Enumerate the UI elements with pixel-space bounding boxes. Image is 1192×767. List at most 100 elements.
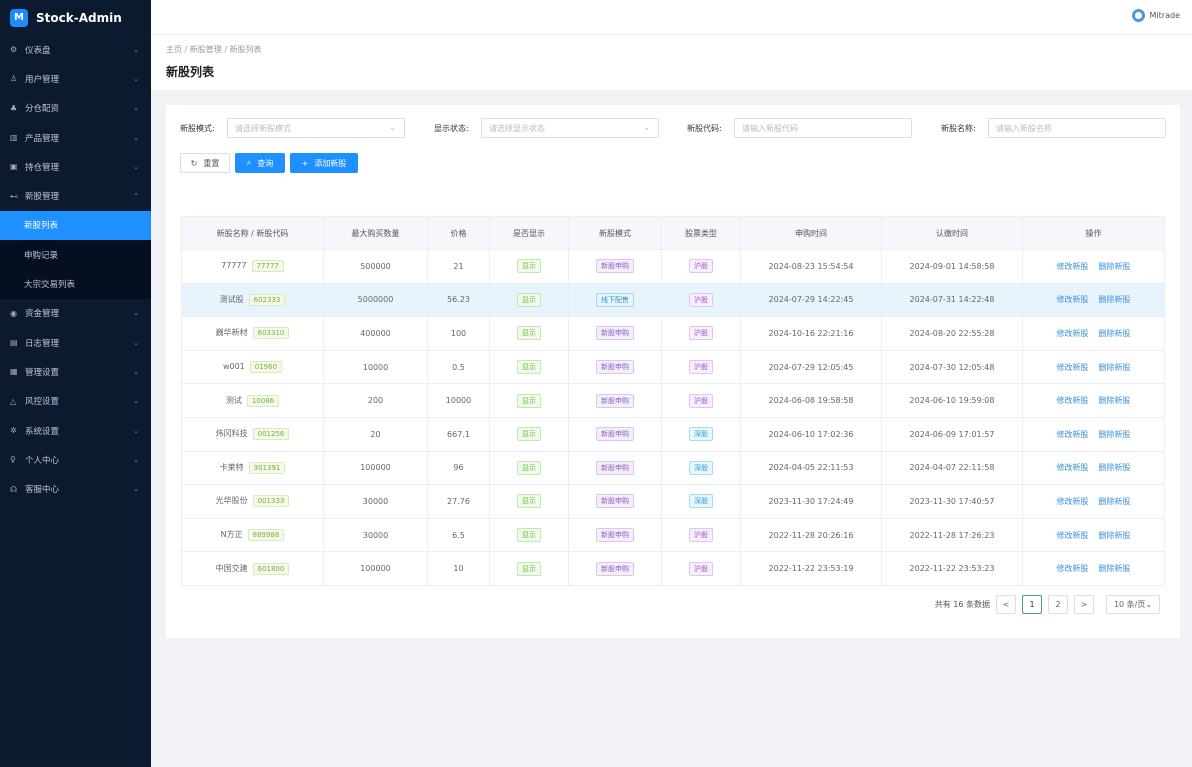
table-row: N方正 889988 30000 6.5 显示 新股申购 沪股 2022-11-2… — [181, 517, 1165, 553]
chevron-down-icon: ⌄ — [133, 485, 139, 494]
delete-button[interactable]: 删除新股 — [1099, 262, 1131, 271]
type-tag: 深股 — [689, 460, 713, 475]
sidebar-item-11[interactable]: ♀ 个人中心 ⌄ — [0, 445, 151, 474]
delete-button[interactable]: 删除新股 — [1099, 497, 1131, 506]
actions-cell: 修改新股 删除新股 — [1022, 517, 1165, 553]
code-input[interactable]: 请输入新股代码 — [734, 118, 912, 138]
actions-cell: 修改新股 删除新股 — [1022, 551, 1165, 586]
edit-button[interactable]: 修改新股 — [1057, 329, 1089, 338]
display-cell: 显示 — [489, 450, 569, 486]
type-tag: 深股 — [689, 494, 713, 509]
edit-button[interactable]: 修改新股 — [1057, 430, 1089, 439]
sidebar-item-8[interactable]: ▦ 管理设置 ⌄ — [0, 357, 151, 386]
sidebar-item-1[interactable]: ♙ 用户管理 ⌄ — [0, 64, 151, 93]
sidebar-item-7[interactable]: ▤ 日志管理 ⌄ — [0, 328, 151, 357]
stock-code-tag: 01960 — [249, 361, 283, 374]
type-tag: 沪股 — [689, 259, 713, 274]
delete-button[interactable]: 删除新股 — [1099, 463, 1131, 472]
sidebar-item-6[interactable]: ◉ 资金管理 ⌄ — [0, 299, 151, 328]
mode-cell: 新股申购 — [568, 249, 662, 284]
sidebar-subitem-1[interactable]: 申购记录 — [0, 240, 151, 270]
page-1-button[interactable]: 1 — [1022, 595, 1042, 614]
display-cell: 显示 — [489, 383, 569, 418]
delete-button[interactable]: 删除新股 — [1099, 363, 1131, 372]
sidebar-item-5[interactable]: ⊷ 新股管理 ⌃ — [0, 181, 151, 210]
chevron-down-icon: ⌄ — [389, 123, 396, 132]
edit-button[interactable]: 修改新股 — [1057, 531, 1089, 540]
mode-cell: 新股申购 — [568, 349, 662, 385]
name-cell: 炜冈科技 001256 — [181, 416, 324, 452]
users-icon: ♙ — [10, 74, 18, 84]
warning-icon: △ — [10, 396, 17, 406]
edit-button[interactable]: 修改新股 — [1057, 363, 1089, 372]
sidebar: M Stock-Admin ⚙ 仪表盘 ⌄ ♙ 用户管理 ⌄ ♣ 分仓配资 ⌄ ▥ 产品管理 ⌄ ▣ 持仓管… — [0, 0, 151, 767]
sidebar-item-2[interactable]: ♣ 分仓配资 ⌄ — [0, 94, 151, 123]
delete-button[interactable]: 删除新股 — [1099, 329, 1131, 338]
position-icon: ▣ — [10, 162, 18, 172]
delete-button[interactable]: 删除新股 — [1099, 564, 1131, 573]
edit-button[interactable]: 修改新股 — [1057, 396, 1089, 405]
edit-button[interactable]: 修改新股 — [1057, 295, 1089, 304]
reset-button[interactable]: ↻ 重置 — [180, 153, 230, 173]
mode-cell: 新股申购 — [568, 316, 662, 351]
display-tag: 显示 — [517, 393, 541, 408]
page-title: 新股列表 — [166, 65, 215, 79]
stock-name: 光华股份 — [215, 496, 248, 506]
actions-cell: 修改新股 删除新股 — [1022, 450, 1165, 486]
delete-button[interactable]: 删除新股 — [1099, 396, 1131, 405]
settings-box-icon: ▦ — [10, 367, 18, 377]
prev-page-button[interactable]: < — [996, 595, 1016, 614]
sidebar-item-10[interactable]: ✲ 系统设置 ⌄ — [0, 416, 151, 445]
sidebar-subitem-2[interactable]: 大宗交易列表 — [0, 269, 151, 299]
name-input[interactable]: 请输入新股名称 — [988, 118, 1166, 138]
sidebar-item-4[interactable]: ▣ 持仓管理 ⌄ — [0, 152, 151, 181]
add-ipo-button[interactable]: + 添加新股 — [290, 153, 358, 173]
status-select[interactable]: 请选择显示状态 ⌄ — [481, 118, 659, 138]
sidebar-item-3[interactable]: ▥ 产品管理 ⌄ — [0, 123, 151, 152]
display-tag: 显示 — [517, 259, 541, 274]
mode-tag: 新股申购 — [596, 561, 634, 576]
money-icon: ◉ — [10, 308, 17, 318]
actions-cell: 修改新股 删除新股 — [1022, 416, 1165, 452]
next-page-button[interactable]: > — [1074, 595, 1094, 614]
avatar — [1131, 9, 1145, 22]
split-icon: ♣ — [10, 103, 18, 113]
subscribe-time-cell: 2022-11-28 20:26:16 — [740, 517, 882, 553]
price-cell: 6.5 — [427, 517, 490, 553]
table-row: 中国交建 601800 100000 10 显示 新股申购 沪股 2022-11-… — [181, 551, 1165, 586]
chevron-down-icon: ⌄ — [133, 367, 139, 376]
column-header: 价格 — [427, 216, 490, 250]
breadcrumb-ipo[interactable]: 新股管理 — [190, 45, 222, 54]
delete-button[interactable]: 删除新股 — [1099, 430, 1131, 439]
edit-button[interactable]: 修改新股 — [1057, 463, 1089, 472]
edit-button[interactable]: 修改新股 — [1057, 497, 1089, 506]
page-size-select[interactable]: 10 条/页 ⌄ — [1106, 595, 1160, 614]
breadcrumb-home[interactable]: 主页 — [166, 45, 182, 54]
max-quantity-cell: 200 — [323, 383, 428, 418]
edit-button[interactable]: 修改新股 — [1057, 262, 1089, 271]
log-icon: ▤ — [10, 338, 18, 348]
display-cell: 显示 — [489, 249, 569, 284]
chevron-down-icon: ⌄ — [133, 45, 139, 54]
delete-button[interactable]: 删除新股 — [1099, 295, 1131, 304]
sidebar-item-0[interactable]: ⚙ 仪表盘 ⌄ — [0, 35, 151, 64]
edit-button[interactable]: 修改新股 — [1057, 564, 1089, 573]
sidebar-item-label: 管理设置 — [25, 367, 60, 378]
username: Mitrade — [1149, 11, 1180, 20]
type-cell: 沪股 — [661, 349, 741, 385]
status-placeholder: 请选择显示状态 — [489, 124, 545, 133]
search-button[interactable]: ⌕ 查询 — [235, 153, 285, 173]
page-2-button[interactable]: 2 — [1048, 595, 1068, 614]
table-row: 巍华新材 603310 400000 100 显示 新股申购 沪股 2024-10… — [181, 316, 1165, 351]
sidebar-subitem-0[interactable]: 新股列表 — [0, 210, 151, 241]
delete-button[interactable]: 删除新股 — [1099, 531, 1131, 540]
stock-code-tag: 001333 — [252, 495, 290, 508]
payment-time-cell: 2022-11-28 17:26:23 — [881, 517, 1023, 553]
sidebar-item-9[interactable]: △ 风控设置 ⌄ — [0, 387, 151, 416]
mode-select[interactable]: 请选择新股模式 ⌄ — [227, 118, 405, 138]
code-label: 新股代码: — [687, 124, 722, 133]
display-tag: 显示 — [517, 427, 541, 442]
user-menu[interactable]: Mitrade — [1131, 9, 1180, 22]
type-tag: 沪股 — [689, 393, 713, 408]
sidebar-item-12[interactable]: ☊ 客服中心 ⌄ — [0, 474, 151, 503]
